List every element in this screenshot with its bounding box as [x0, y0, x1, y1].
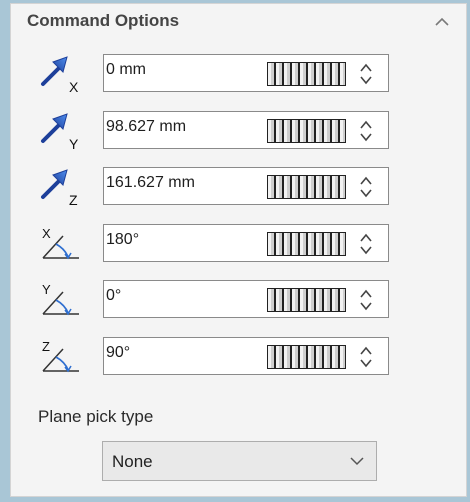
translate-x-row: X	[11, 54, 466, 94]
translate-y-input[interactable]	[106, 114, 256, 140]
spinner-icon[interactable]	[356, 60, 376, 88]
translate-z-field[interactable]	[103, 167, 389, 205]
translate-y-row: Y	[11, 111, 466, 151]
translate-y-field[interactable]	[103, 111, 389, 149]
command-options-panel: Command Options X 0 mm Y 98.627 mm Z 161…	[10, 3, 467, 497]
plane-pick-type-label: Plane pick type	[38, 407, 154, 426]
translate-y-arrow-icon: Y	[41, 113, 79, 151]
rotate-x-input[interactable]	[106, 227, 256, 253]
translate-z-input[interactable]	[106, 170, 256, 196]
translate-x-field[interactable]	[103, 54, 389, 92]
rotate-x-field[interactable]	[103, 224, 389, 262]
rotate-x-thumbwheel[interactable]	[267, 232, 346, 256]
rotate-y-angle-icon: Y	[42, 282, 79, 316]
chevron-up-icon[interactable]	[432, 12, 452, 32]
panel-header[interactable]: Command Options	[11, 4, 466, 40]
axis-letter: X	[69, 79, 79, 94]
rotate-z-angle-icon: Z	[42, 339, 79, 373]
translate-x-input[interactable]	[106, 57, 256, 83]
spinner-icon[interactable]	[356, 286, 376, 314]
plane-pick-type-value: None	[112, 452, 153, 471]
rotate-y-thumbwheel[interactable]	[267, 288, 346, 312]
rotate-z-field[interactable]	[103, 337, 389, 375]
panel-title: Command Options	[27, 11, 180, 30]
axis-letter: Z	[69, 192, 78, 207]
rotate-z-thumbwheel[interactable]	[267, 345, 346, 369]
axis-letter: Y	[42, 282, 51, 297]
translate-x-arrow-icon: X	[41, 56, 79, 94]
axis-letter: X	[42, 226, 51, 241]
axis-letter: Y	[69, 136, 79, 151]
spinner-icon[interactable]	[356, 117, 376, 145]
rotate-z-input[interactable]	[106, 340, 256, 366]
translate-z-arrow-icon: Z	[41, 169, 78, 207]
rotate-x-row: X	[11, 224, 466, 264]
rotate-y-field[interactable]	[103, 280, 389, 318]
spinner-icon[interactable]	[356, 173, 376, 201]
translate-z-thumbwheel[interactable]	[267, 175, 346, 199]
spinner-icon[interactable]	[356, 230, 376, 258]
axis-letter: Z	[42, 339, 50, 354]
rotate-y-row: Y	[11, 280, 466, 320]
plane-pick-type-dropdown[interactable]: None	[102, 441, 377, 481]
spinner-icon[interactable]	[356, 343, 376, 371]
rotate-y-input[interactable]	[106, 283, 256, 309]
rotate-z-row: Z	[11, 337, 466, 377]
rotate-x-angle-icon: X	[42, 226, 79, 260]
chevron-down-icon	[350, 457, 364, 466]
translate-y-thumbwheel[interactable]	[267, 119, 346, 143]
translate-z-row: Z	[11, 167, 466, 207]
translate-x-thumbwheel[interactable]	[267, 62, 346, 86]
